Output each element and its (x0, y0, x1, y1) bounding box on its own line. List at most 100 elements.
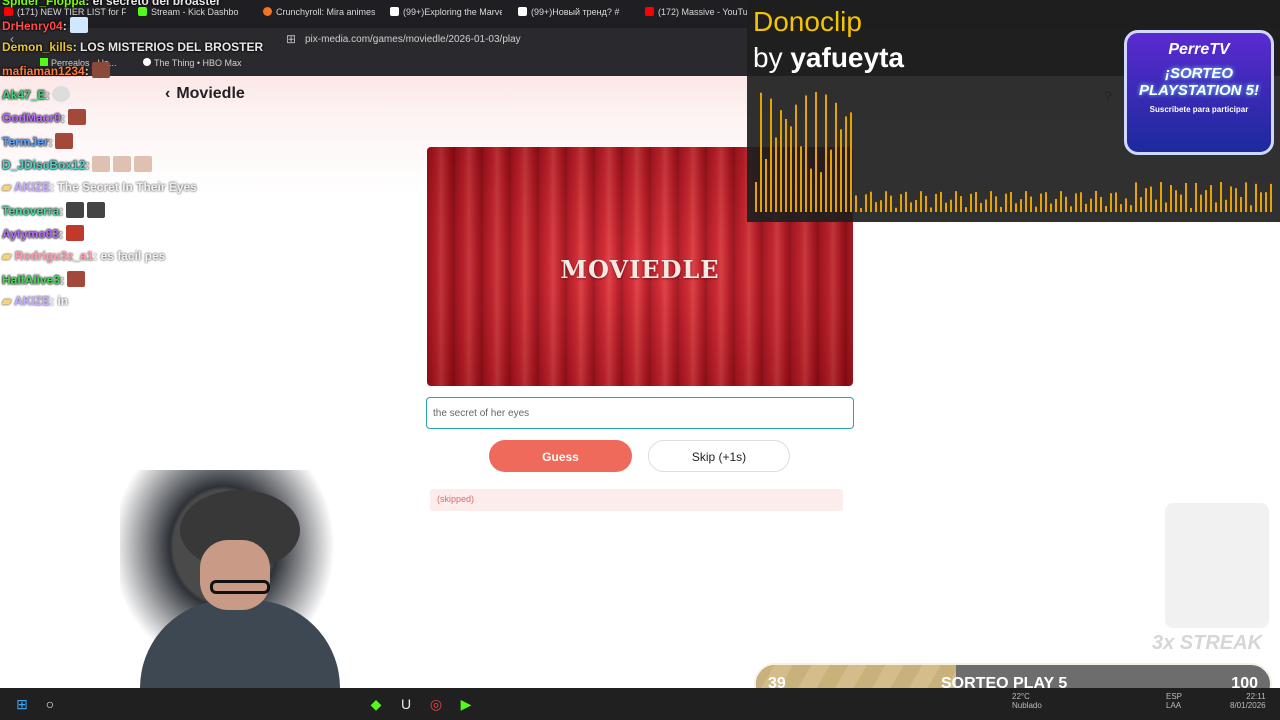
visualizer-bar (900, 194, 902, 212)
visualizer-bar (1090, 198, 1092, 212)
visualizer-bar (955, 191, 957, 212)
language-indicator[interactable]: ESP LAA (1166, 692, 1182, 710)
chat-text: : (58, 227, 63, 241)
visualizer-bar (760, 92, 762, 212)
chat-text: : el secreto del broaster (85, 0, 221, 8)
emote-icon (65, 225, 84, 241)
webcam-feed (120, 470, 350, 688)
kick-icon (138, 7, 147, 16)
visualizer-bar (1050, 203, 1052, 212)
visualizer-bar (845, 116, 847, 212)
visualizer-bar (770, 98, 772, 212)
visualizer-bar (1045, 192, 1047, 212)
emote-icon (55, 133, 74, 149)
chat-text: : LOS MISTERIOS DEL BROSTER (72, 40, 264, 54)
visualizer-bar (1120, 204, 1122, 212)
visualizer-bar (840, 129, 842, 212)
visualizer-bar (800, 146, 802, 212)
chat-message: TermJer: (2, 133, 74, 149)
visualizer-bar (1260, 192, 1262, 212)
guess-input[interactable] (426, 397, 854, 429)
chat-username: Demon_kills (2, 40, 73, 54)
visualizer-bar (780, 110, 782, 212)
promo-badge: PerreTV ¡SORTEO PLAYSTATION 5! Suscribete… (1124, 30, 1274, 155)
webcam-shirt (140, 600, 340, 688)
visualizer-bar (830, 149, 832, 212)
guess-button[interactable]: Guess (489, 440, 632, 472)
chat-username: TermJer (2, 135, 49, 149)
chat-username: DrHenry04 (2, 19, 63, 33)
visualizer-bar (825, 94, 827, 212)
taskbar-app-icon[interactable]: U (398, 696, 414, 712)
visualizer-bar (1240, 197, 1242, 212)
browser-tab[interactable]: (99+)Новый тренд? # (518, 7, 630, 17)
visualizer-bar (1075, 193, 1077, 212)
visualizer-bar (980, 202, 982, 212)
emote-icon (92, 156, 111, 172)
visualizer-bar (1215, 202, 1217, 212)
visualizer-bar (1255, 183, 1257, 212)
visualizer-bar (885, 191, 887, 212)
streak-label: 3x STREAK (1152, 632, 1263, 654)
taskbar-app-icon[interactable]: ▶ (458, 696, 474, 712)
visualizer-bar (920, 191, 922, 212)
visualizer-bar (1130, 205, 1132, 212)
visualizer-bar (1155, 199, 1157, 212)
visualizer-bar (1165, 202, 1167, 212)
chat-username: HalfAlive3 (2, 273, 61, 287)
visualizer-bar (1140, 197, 1142, 212)
back-link[interactable]: ‹ Moviedle (165, 85, 245, 103)
visualizer-bar (875, 202, 877, 212)
site-info-icon[interactable]: ⊞ (286, 32, 296, 46)
taskbar-app-icon[interactable]: ◎ (428, 696, 444, 712)
visualizer-bar (1080, 192, 1082, 212)
browser-tab[interactable]: Crunchyroll: Mira animes (263, 7, 375, 17)
emote-icon (91, 62, 110, 78)
visualizer-bar (1185, 182, 1187, 212)
tiktok-icon (390, 7, 399, 16)
visualizer-bar (785, 119, 787, 212)
chat-username: D_JDiscBox12 (2, 158, 86, 172)
taskbar-app-icon[interactable]: ◆ (368, 696, 384, 712)
visualizer-bar (755, 182, 757, 212)
visualizer-bar (1205, 190, 1207, 212)
visualizer-bar (1065, 196, 1067, 212)
chat-username: Spider_Floppa (2, 0, 86, 8)
chat-message: ▰ AKIZE: The Secret In Their Eyes (2, 180, 197, 194)
chat-message: Demon_kills: LOS MISTERIOS DEL BROSTER (2, 40, 263, 54)
visualizer-bar (970, 193, 972, 212)
visualizer-bar (930, 207, 932, 212)
visualizer-bar (1115, 192, 1117, 212)
visualizer-bar (895, 207, 897, 212)
visualizer-bar (1035, 206, 1037, 212)
browser-tab[interactable]: (172) Massive - YouTu (645, 7, 747, 17)
page-title: Moviedle (176, 85, 245, 102)
visualizer-bar (870, 191, 872, 212)
chat-text: : (85, 158, 90, 172)
clock[interactable]: 22:11 8/01/2026 (1230, 692, 1266, 710)
browser-tab[interactable]: (99+)Exploring the Marvel (390, 7, 502, 17)
weather-widget[interactable]: 22°C Nublado (1012, 692, 1042, 710)
visualizer-bar (1095, 191, 1097, 212)
browser-tab[interactable]: (171) NEW TIER LIST for F (4, 7, 126, 17)
chat-text: : (48, 135, 53, 149)
emote-icon (87, 202, 106, 218)
visualizer-bar (1135, 182, 1137, 212)
chat-username: mafiaman1234 (2, 64, 85, 78)
bookmark-item[interactable]: The Thing • HBO Max (143, 58, 242, 68)
visualizer-bar (1005, 193, 1007, 212)
search-icon[interactable]: ○ (42, 696, 58, 712)
browser-tab[interactable]: Stream - Kick Dashbo (138, 7, 250, 17)
windows-start-icon[interactable]: ⊞ (14, 696, 30, 712)
visualizer-bar (1245, 182, 1247, 212)
visualizer-bar (1175, 190, 1177, 212)
donoclip-title: Donoclip (753, 6, 862, 37)
chat-username: Tenoverra (2, 204, 60, 218)
chat-message: Spider_Floppa: el secreto del broaster (2, 0, 221, 8)
visualizer-bar (835, 102, 837, 212)
visualizer-bar (1100, 196, 1102, 212)
visualizer-bar (1225, 199, 1227, 212)
donoclip-author: by yafueyta (753, 42, 904, 73)
skip-button[interactable]: Skip (+1s) (648, 440, 790, 472)
url-field[interactable]: pix-media.com/games/moviedle/2026-01-03/… (305, 34, 521, 45)
